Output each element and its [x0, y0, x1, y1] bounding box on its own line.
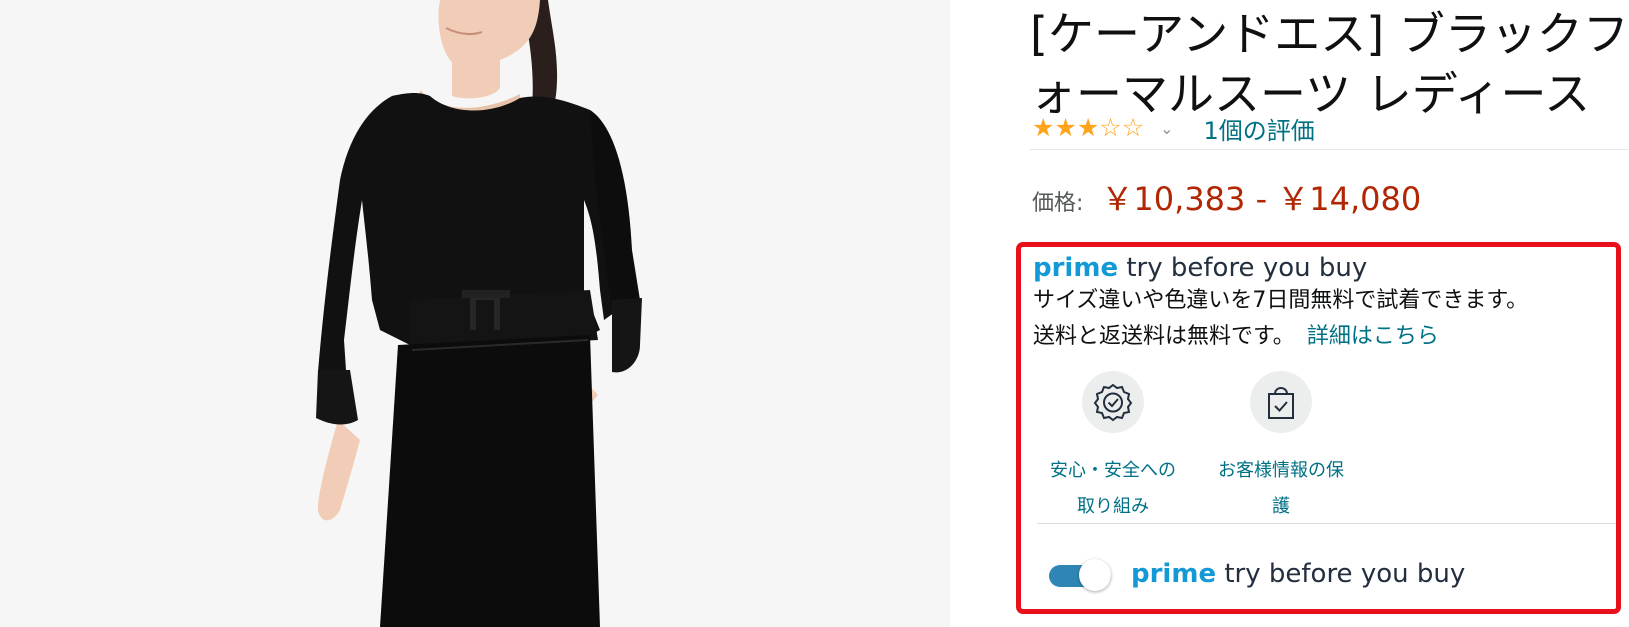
toggle-label-text: try before you buy [1224, 559, 1466, 589]
product-image[interactable] [0, 0, 950, 627]
prime-description-line-1: サイズ違いや色違いを7日間無料で試着できます。 [1033, 288, 1529, 313]
black-suit-model-image [0, 0, 950, 627]
prime-description-text: 送料と返送料は無料です。 [1033, 324, 1295, 349]
prime-heading: prime try before you buy [1033, 251, 1367, 285]
star-rating[interactable]: ★ ★ ★ ☆ ☆ [1032, 113, 1144, 143]
prime-divider [1037, 523, 1616, 524]
prime-description-line-2: 送料と返送料は無料です。 詳細はこちら [1033, 319, 1528, 355]
chevron-down-icon[interactable]: ⌄ [1160, 119, 1173, 138]
price-label: 価格: [1032, 191, 1084, 216]
toggle-knob [1079, 559, 1111, 591]
prime-logo: prime [1033, 253, 1119, 283]
toggle-prime-logo: prime [1131, 559, 1217, 589]
details-link[interactable]: 詳細はこちら [1307, 324, 1439, 349]
prime-try-toggle[interactable] [1049, 559, 1113, 591]
feature-safety-label: 安心・安全への 取り組み [1029, 453, 1197, 525]
secure-bag-icon [1250, 371, 1312, 433]
star-empty-icon: ☆ [1121, 113, 1145, 142]
feature-privacy-label: お客様情報の保 護 [1197, 453, 1365, 525]
prime-heading-text: try before you buy [1126, 253, 1368, 283]
star-filled-icon: ★ [1054, 113, 1077, 142]
product-title: [ケーアンドエス] ブラックフォ ォーマルスーツ レディース [1030, 4, 1629, 124]
feature-safety[interactable]: 安心・安全への 取り組み [1029, 371, 1197, 525]
price-range: ￥10,383 - ￥14,080 [1101, 180, 1422, 218]
feature-privacy-label-line-1: お客様情報の保 [1218, 460, 1344, 481]
feature-privacy-label-line-2: 護 [1272, 496, 1290, 517]
star-filled-icon: ★ [1076, 113, 1100, 142]
prime-try-before-you-buy-box: prime try before you buy サイズ違いや色違いを7日間無料… [1016, 242, 1621, 614]
feature-safety-label-line-2: 取り組み [1077, 496, 1149, 517]
toggle-label: prime try before you buy [1131, 559, 1465, 589]
shield-badge-icon [1082, 371, 1144, 433]
prime-description: サイズ違いや色違いを7日間無料で試着できます。 送料と返送料は無料です。 詳細はこ… [1033, 283, 1528, 355]
feature-safety-label-line-1: 安心・安全への [1050, 460, 1176, 481]
star-filled-icon: ★ [1032, 113, 1055, 142]
product-title-line-1: [ケーアンドエス] ブラックフォ [1030, 7, 1629, 61]
trust-features: 安心・安全への 取り組み お客様情報の保 護 [1029, 371, 1365, 525]
divider [1030, 149, 1629, 150]
product-page: [ケーアンドエス] ブラックフォ ォーマルスーツ レディース ★ ★ ★ ☆ ☆… [0, 0, 1629, 627]
star-empty-icon: ☆ [1099, 113, 1122, 142]
rating-count-link[interactable]: 1個の評価 [1204, 111, 1315, 146]
feature-privacy[interactable]: お客様情報の保 護 [1197, 371, 1365, 525]
rating-row: ★ ★ ★ ☆ ☆ ⌄ 1個の評価 [1032, 108, 1315, 148]
price-row: 価格: ￥10,383 - ￥14,080 [1032, 174, 1421, 220]
prime-toggle-row: prime try before you buy [1049, 559, 1465, 591]
